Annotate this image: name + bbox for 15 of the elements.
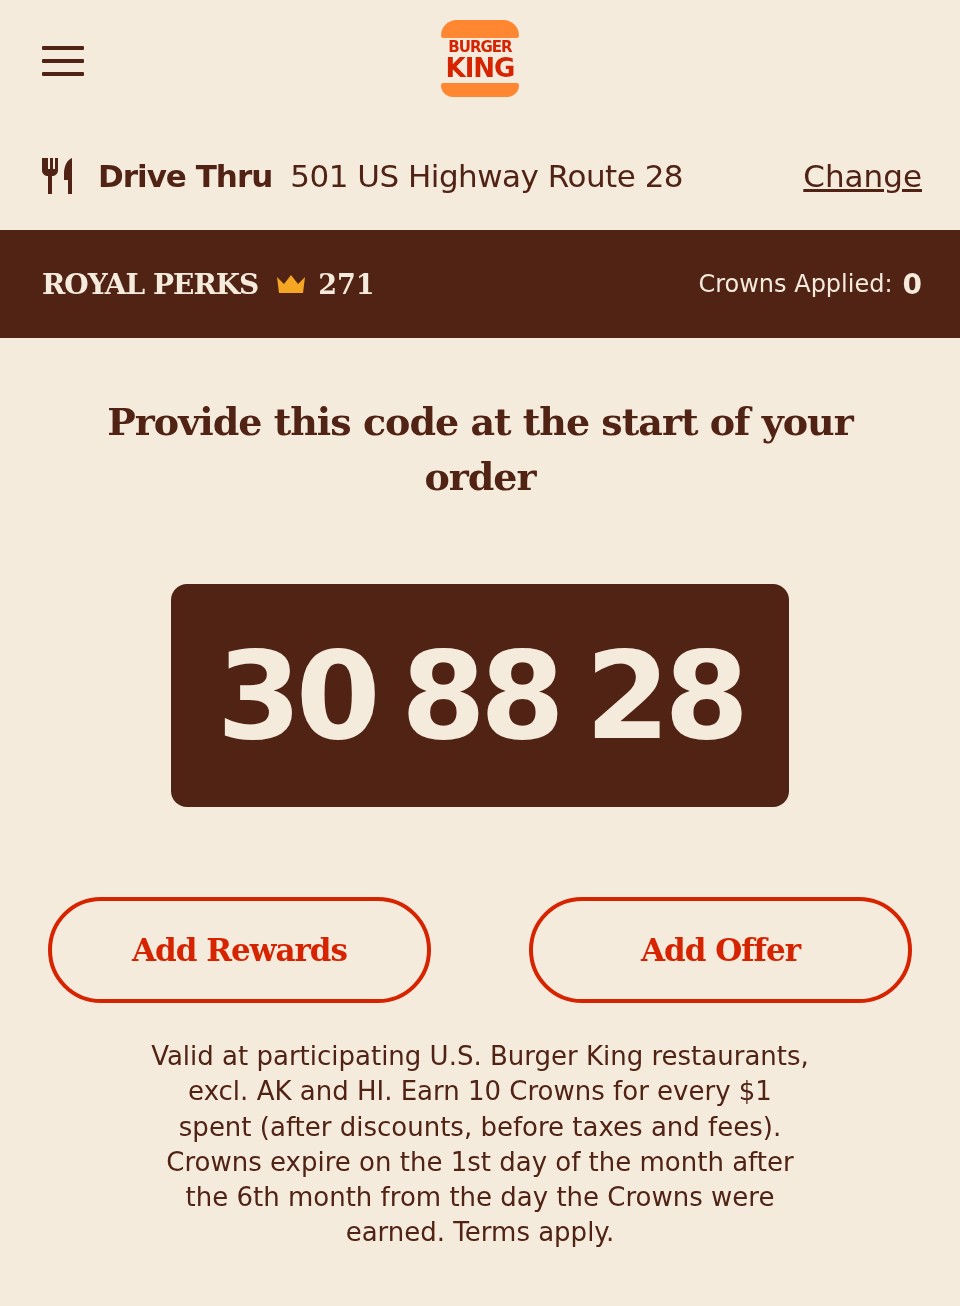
change-link[interactable]: Change bbox=[803, 158, 922, 194]
menu-icon[interactable] bbox=[42, 46, 84, 76]
disclaimer: Valid at participating U.S. Burger King restaurants, excl. AK and HI. Earn 10 Crowns for every $1 spent (after discounts, before taxes and fees). Crowns expire on the 1st day of the month after the 6th month from the day the Crowns were earned. Terms apply. bbox=[150, 1040, 810, 1250]
heading: Provide this code at the start of your order bbox=[106, 398, 856, 501]
add-button[interactable]: Add Offer bbox=[529, 897, 912, 1003]
crown-count: 271 bbox=[318, 268, 375, 300]
order-code: 30 88 28 bbox=[171, 584, 789, 807]
crowns-applied-label: Crowns Applied: bbox=[698, 270, 893, 298]
store-address: 501 US Highway Route 28 bbox=[290, 158, 684, 194]
crown-icon bbox=[276, 274, 307, 294]
crowns-applied-value: 0 bbox=[902, 267, 922, 301]
logo[interactable]: BURGER KING bbox=[440, 20, 520, 106]
add-button[interactable]: Add Rewards bbox=[48, 897, 431, 1003]
royal-perks-logo: ROYAL PERKS bbox=[42, 267, 259, 301]
order-mode: Drive Thru bbox=[98, 158, 273, 194]
